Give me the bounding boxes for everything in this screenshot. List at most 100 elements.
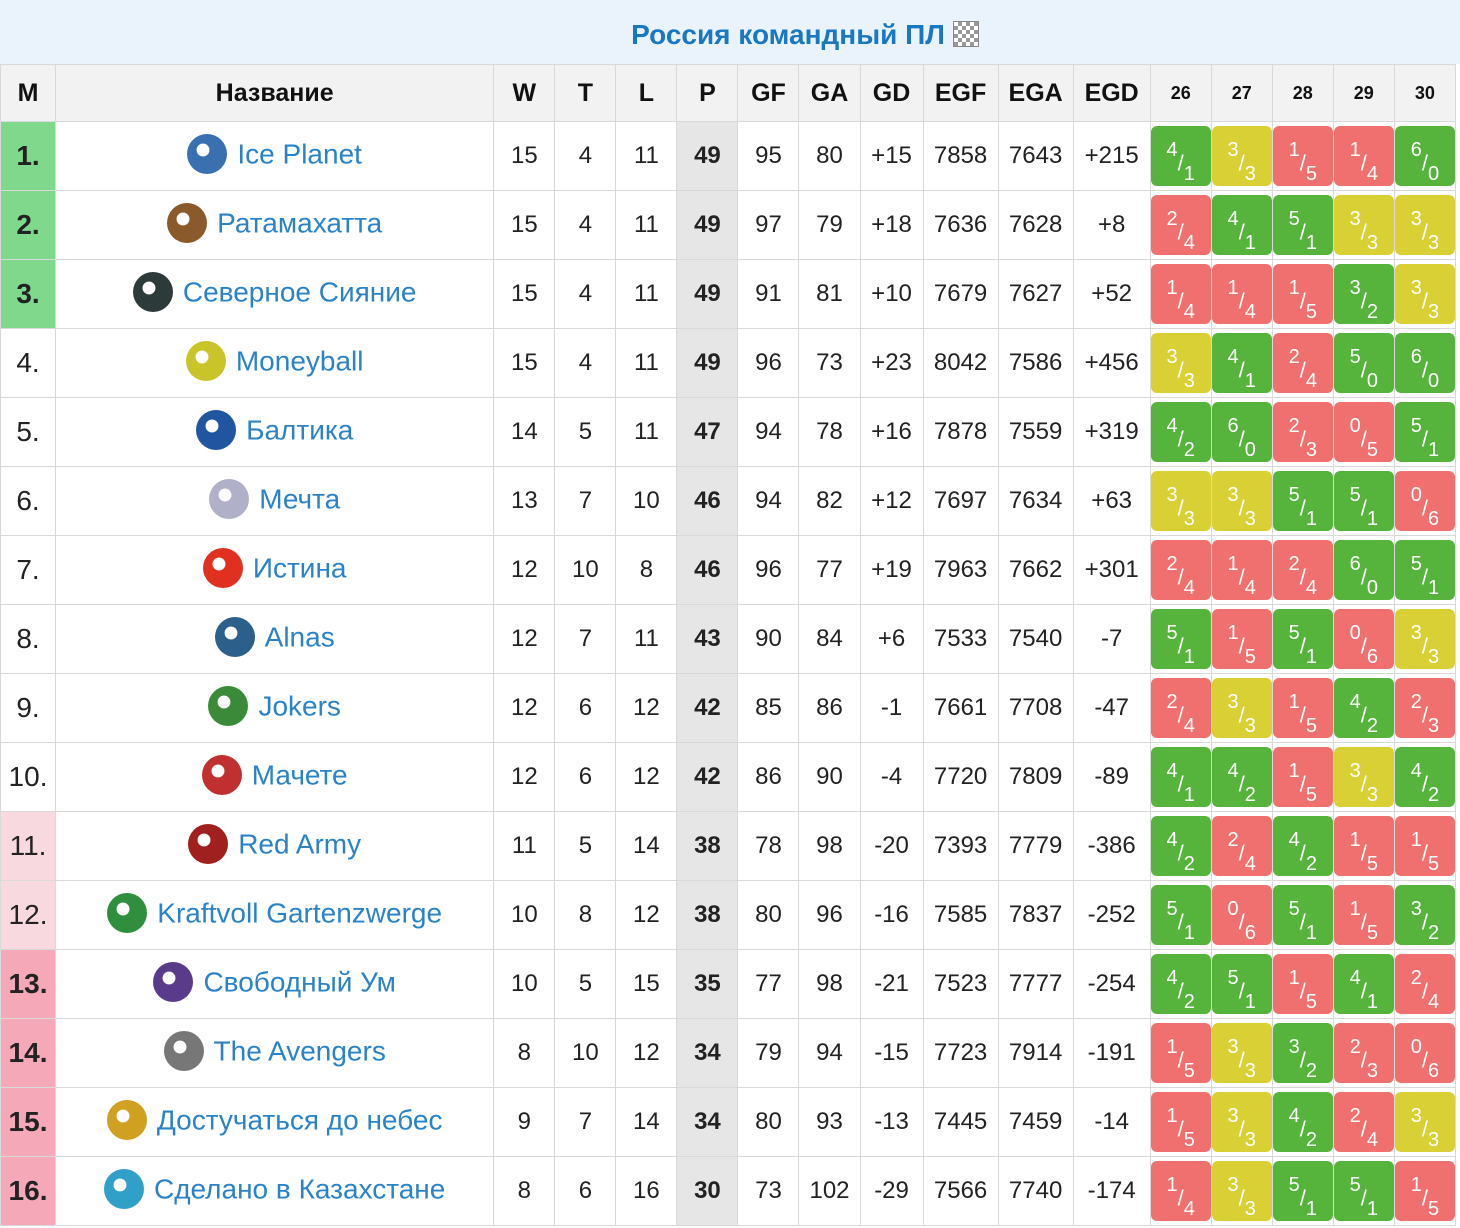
result-loss-badge[interactable]: 1/4 xyxy=(1151,1161,1211,1221)
baltika-logo-icon[interactable] xyxy=(196,410,237,450)
result-win-badge[interactable]: 4/2 xyxy=(1212,747,1272,807)
result-win-badge[interactable]: 4/2 xyxy=(1334,678,1394,738)
svobodny-um-logo-icon[interactable] xyxy=(153,962,194,1002)
result-draw-badge[interactable]: 3/3 xyxy=(1212,471,1272,531)
team-link[interactable]: Истина xyxy=(253,552,347,583)
result-loss-badge[interactable]: 0/6 xyxy=(1212,885,1272,945)
col-header-t[interactable]: T xyxy=(554,64,617,122)
result-loss-badge[interactable]: 1/5 xyxy=(1212,609,1272,669)
result-draw-badge[interactable]: 3/3 xyxy=(1395,264,1455,324)
col-header-md27[interactable]: 27 xyxy=(1210,64,1273,122)
moneyball-logo-icon[interactable] xyxy=(185,341,226,381)
col-header-name[interactable]: Название xyxy=(55,64,495,122)
team-link[interactable]: Kraftvoll Gartenzwerge xyxy=(157,897,442,928)
result-loss-badge[interactable]: 2/4 xyxy=(1273,540,1333,600)
result-win-badge[interactable]: 5/1 xyxy=(1395,540,1455,600)
result-win-badge[interactable]: 5/1 xyxy=(1151,609,1211,669)
result-win-badge[interactable]: 4/2 xyxy=(1151,954,1211,1014)
result-loss-badge[interactable]: 2/3 xyxy=(1273,402,1333,462)
result-loss-badge[interactable]: 2/4 xyxy=(1212,816,1272,876)
result-win-badge[interactable]: 5/1 xyxy=(1151,885,1211,945)
result-win-badge[interactable]: 6/0 xyxy=(1334,540,1394,600)
result-win-badge[interactable]: 6/0 xyxy=(1395,333,1455,393)
result-loss-badge[interactable]: 1/4 xyxy=(1212,540,1272,600)
result-draw-badge[interactable]: 3/3 xyxy=(1334,747,1394,807)
result-win-badge[interactable]: 5/1 xyxy=(1212,954,1272,1014)
team-link[interactable]: Свободный Ум xyxy=(203,966,395,997)
team-link[interactable]: Jokers xyxy=(258,690,340,721)
result-loss-badge[interactable]: 1/5 xyxy=(1273,126,1333,186)
result-win-badge[interactable]: 5/1 xyxy=(1334,1161,1394,1221)
col-header-egf[interactable]: EGF xyxy=(922,64,999,122)
result-draw-badge[interactable]: 3/3 xyxy=(1151,471,1211,531)
result-win-badge[interactable]: 3/2 xyxy=(1273,1023,1333,1083)
team-link[interactable]: Ice Planet xyxy=(237,138,362,169)
col-header-egd[interactable]: EGD xyxy=(1072,64,1151,122)
result-loss-badge[interactable]: 1/5 xyxy=(1273,264,1333,324)
team-link[interactable]: Балтика xyxy=(246,414,353,445)
result-loss-badge[interactable]: 1/5 xyxy=(1151,1092,1211,1152)
result-loss-badge[interactable]: 0/5 xyxy=(1334,402,1394,462)
ratamahatta-logo-icon[interactable] xyxy=(167,203,208,243)
result-win-badge[interactable]: 5/1 xyxy=(1334,471,1394,531)
result-win-badge[interactable]: 4/1 xyxy=(1151,747,1211,807)
col-header-md28[interactable]: 28 xyxy=(1271,64,1334,122)
red-army-logo-icon[interactable] xyxy=(188,824,229,864)
severnoe-siyanie-logo-icon[interactable] xyxy=(132,272,173,312)
result-win-badge[interactable]: 4/1 xyxy=(1334,954,1394,1014)
result-win-badge[interactable]: 4/2 xyxy=(1273,1092,1333,1152)
result-draw-badge[interactable]: 3/3 xyxy=(1212,678,1272,738)
result-loss-badge[interactable]: 1/5 xyxy=(1273,954,1333,1014)
machete-logo-icon[interactable] xyxy=(201,755,242,795)
result-draw-badge[interactable]: 3/3 xyxy=(1212,1092,1272,1152)
result-win-badge[interactable]: 4/1 xyxy=(1151,126,1211,186)
result-win-badge[interactable]: 6/0 xyxy=(1212,402,1272,462)
team-link[interactable]: The Avengers xyxy=(214,1035,386,1066)
result-loss-badge[interactable]: 2/4 xyxy=(1395,954,1455,1014)
result-loss-badge[interactable]: 0/6 xyxy=(1395,471,1455,531)
team-link[interactable]: Alnas xyxy=(265,621,335,652)
result-loss-badge[interactable]: 1/4 xyxy=(1151,264,1211,324)
result-win-badge[interactable]: 6/0 xyxy=(1395,126,1455,186)
result-win-badge[interactable]: 5/1 xyxy=(1273,1161,1333,1221)
result-draw-badge[interactable]: 3/3 xyxy=(1334,195,1394,255)
mechta-logo-icon[interactable] xyxy=(209,479,250,519)
result-loss-badge[interactable]: 1/5 xyxy=(1151,1023,1211,1083)
team-link[interactable]: Red Army xyxy=(238,828,361,859)
result-loss-badge[interactable]: 2/3 xyxy=(1334,1023,1394,1083)
result-loss-badge[interactable]: 1/5 xyxy=(1334,816,1394,876)
result-draw-badge[interactable]: 3/3 xyxy=(1212,126,1272,186)
page-title[interactable]: Россия командный ПЛ xyxy=(631,19,945,50)
team-link[interactable]: Достучаться до небес xyxy=(157,1104,443,1135)
istina-logo-icon[interactable] xyxy=(202,548,243,588)
kazakhstan-logo-icon[interactable] xyxy=(103,1169,144,1209)
result-loss-badge[interactable]: 2/4 xyxy=(1273,333,1333,393)
team-link[interactable]: Сделано в Казахстане xyxy=(154,1173,445,1204)
jokers-logo-icon[interactable] xyxy=(208,686,249,726)
team-link[interactable]: Мачете xyxy=(252,759,348,790)
result-draw-badge[interactable]: 3/3 xyxy=(1212,1023,1272,1083)
col-header-md30[interactable]: 30 xyxy=(1393,64,1457,122)
avengers-logo-icon[interactable] xyxy=(163,1031,204,1071)
team-link[interactable]: Moneyball xyxy=(236,345,364,376)
col-header-gf[interactable]: GF xyxy=(737,64,800,122)
result-loss-badge[interactable]: 1/5 xyxy=(1273,678,1333,738)
result-win-badge[interactable]: 5/1 xyxy=(1395,402,1455,462)
result-loss-badge[interactable]: 1/5 xyxy=(1334,885,1394,945)
col-header-p[interactable]: P xyxy=(676,64,739,122)
result-win-badge[interactable]: 4/2 xyxy=(1395,747,1455,807)
result-win-badge[interactable]: 5/1 xyxy=(1273,609,1333,669)
team-link[interactable]: Ратамахатта xyxy=(217,207,382,238)
grid-view-icon[interactable] xyxy=(952,20,979,47)
result-win-badge[interactable]: 3/2 xyxy=(1395,885,1455,945)
team-link[interactable]: Мечта xyxy=(259,483,340,514)
result-draw-badge[interactable]: 3/3 xyxy=(1151,333,1211,393)
result-win-badge[interactable]: 5/1 xyxy=(1273,885,1333,945)
result-loss-badge[interactable]: 2/4 xyxy=(1334,1092,1394,1152)
result-win-badge[interactable]: 4/1 xyxy=(1212,333,1272,393)
result-loss-badge[interactable]: 1/5 xyxy=(1395,1161,1455,1221)
kraftvoll-logo-icon[interactable] xyxy=(107,893,148,933)
result-loss-badge[interactable]: 2/3 xyxy=(1395,678,1455,738)
result-win-badge[interactable]: 4/2 xyxy=(1273,816,1333,876)
team-link[interactable]: Северное Сияние xyxy=(183,276,417,307)
